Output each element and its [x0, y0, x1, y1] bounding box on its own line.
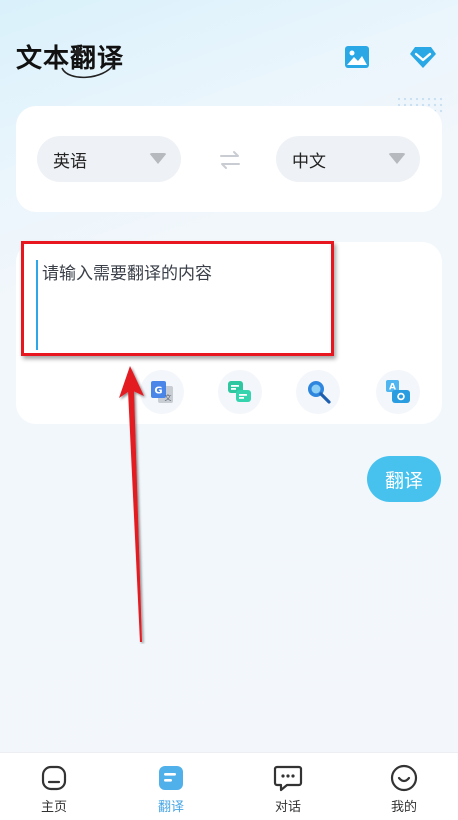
- chat-bubble-icon: [273, 763, 303, 793]
- svg-text:文: 文: [165, 393, 172, 402]
- tab-label: 对话: [274, 800, 301, 815]
- tab-chat[interactable]: 对话: [238, 753, 338, 820]
- home-icon: [39, 763, 69, 793]
- camera-translate-icon[interactable]: A: [376, 370, 420, 414]
- tab-label: 主页: [40, 800, 67, 815]
- language-selector-card: 英语 中文: [16, 106, 442, 212]
- highlight-annotation-box: [21, 241, 334, 356]
- smile-user-icon: [389, 763, 419, 793]
- diamond-icon[interactable]: [408, 42, 438, 72]
- source-language-select[interactable]: 英语: [37, 136, 181, 182]
- source-language-label: 英语: [53, 151, 87, 172]
- target-language-label: 中文: [292, 151, 326, 172]
- bottom-tab-bar: 主页 翻译 对话 我的: [0, 752, 458, 820]
- header: 文本翻译: [0, 0, 458, 116]
- target-language-select[interactable]: 中文: [276, 136, 420, 182]
- red-arrow-annotation: [119, 366, 144, 642]
- tab-label: 翻译: [157, 800, 184, 815]
- magnifier-icon[interactable]: [296, 370, 340, 414]
- image-icon[interactable]: [342, 42, 372, 72]
- chevron-down-icon: [388, 153, 406, 164]
- chevron-down-icon: [149, 153, 167, 164]
- tab-home[interactable]: 主页: [4, 753, 104, 820]
- tab-profile[interactable]: 我的: [354, 753, 454, 820]
- orbit-decoration-icon: [61, 44, 115, 79]
- translate-button[interactable]: 翻译: [367, 456, 441, 502]
- chat-translate-icon[interactable]: [218, 370, 262, 414]
- tab-translate[interactable]: 翻译: [121, 753, 221, 820]
- translate-doc-icon: [156, 763, 186, 793]
- swap-arrows-icon[interactable]: [218, 148, 242, 172]
- tab-label: 我的: [390, 800, 417, 815]
